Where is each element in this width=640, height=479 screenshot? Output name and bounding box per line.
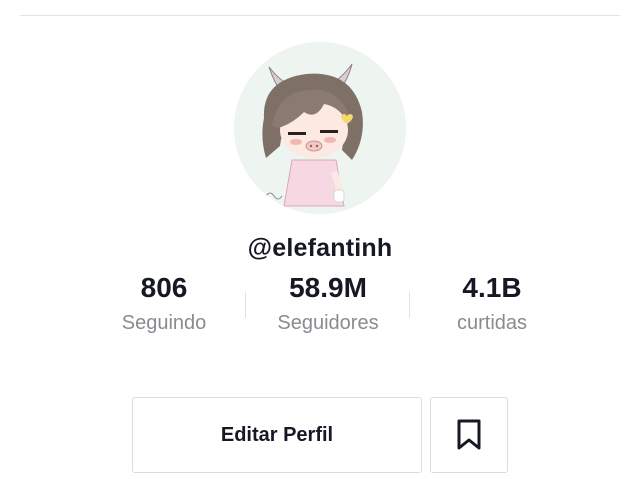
- profile-username: @elefantinh: [247, 234, 393, 262]
- bookmark-icon: [457, 419, 481, 450]
- top-divider: [20, 15, 620, 16]
- stat-likes[interactable]: 4.1B curtidas: [412, 270, 572, 336]
- stat-following-value: 806: [140, 272, 188, 303]
- edit-profile-button[interactable]: Editar Perfil: [132, 397, 422, 473]
- stat-followers-value: 58.9M: [289, 272, 367, 303]
- stat-following[interactable]: 806 Seguindo: [84, 270, 244, 336]
- stat-likes-value: 4.1B: [462, 272, 522, 303]
- stat-divider: [409, 292, 410, 318]
- stat-divider: [245, 292, 246, 318]
- stat-followers[interactable]: 58.9M Seguidores: [248, 270, 408, 336]
- stat-following-label: Seguindo: [121, 312, 207, 334]
- avatar-illustration: [234, 42, 406, 214]
- stat-followers-label: Seguidores: [277, 312, 379, 334]
- profile-avatar[interactable]: [234, 42, 406, 214]
- bookmark-button[interactable]: [430, 397, 508, 473]
- stat-likes-label: curtidas: [456, 312, 528, 334]
